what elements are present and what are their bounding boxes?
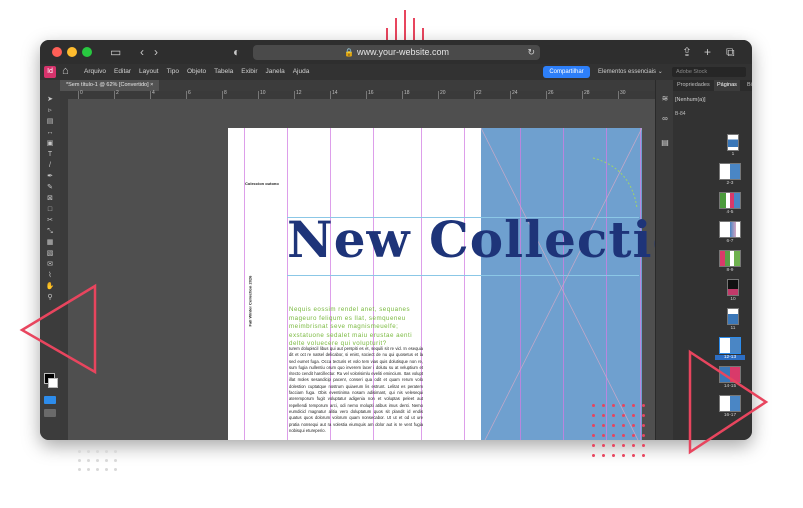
decorative-dot (632, 434, 635, 437)
decorative-dot (622, 434, 625, 437)
decorative-dot (592, 414, 595, 417)
decorative-dot (642, 414, 645, 417)
decorative-dot (96, 468, 99, 471)
decorative-dot (114, 459, 117, 462)
decorative-dot (642, 444, 645, 447)
decorative-dot (592, 444, 595, 447)
decorative-dot (105, 468, 108, 471)
decorative-dot (622, 404, 625, 407)
decorative-dot (632, 454, 635, 457)
decorative-dot (632, 444, 635, 447)
decorative-dot (602, 414, 605, 417)
decorative-dot (602, 454, 605, 457)
decorative-dot (602, 434, 605, 437)
decorative-dot (96, 459, 99, 462)
decorative-dot (87, 459, 90, 462)
decorative-dot (105, 450, 108, 453)
decorative-dot (78, 459, 81, 462)
decorative-dot (632, 404, 635, 407)
decorative-dot (592, 404, 595, 407)
decorative-dot (114, 450, 117, 453)
decorative-dot (622, 414, 625, 417)
decorative-dot (592, 424, 595, 427)
decorative-dot (612, 424, 615, 427)
decorative-dot (602, 424, 605, 427)
decorative-dot (612, 414, 615, 417)
decorative-dot (602, 444, 605, 447)
decorative-dot (642, 404, 645, 407)
decorative-dot (612, 404, 615, 407)
decorative-dot (78, 468, 81, 471)
decorative-dot (87, 468, 90, 471)
decorative-dot (642, 424, 645, 427)
decorative-dot (622, 444, 625, 447)
decorative-dot (612, 434, 615, 437)
decorative-dot (602, 404, 605, 407)
decorative-dot (592, 434, 595, 437)
decorative-dot (622, 454, 625, 457)
decorative-dot (592, 454, 595, 457)
decorative-dot (105, 459, 108, 462)
decorative-triangles (19, 283, 769, 455)
decorative-dot (87, 450, 90, 453)
decorative-dot (78, 450, 81, 453)
decorative-dot (612, 444, 615, 447)
decorative-dot (642, 434, 645, 437)
decorative-dot (642, 454, 645, 457)
decorative-dot (632, 424, 635, 427)
decorative-dot (114, 468, 117, 471)
decorative-dot (612, 454, 615, 457)
decorative-dot (96, 450, 99, 453)
decorative-dot (632, 414, 635, 417)
decorative-dot (622, 424, 625, 427)
